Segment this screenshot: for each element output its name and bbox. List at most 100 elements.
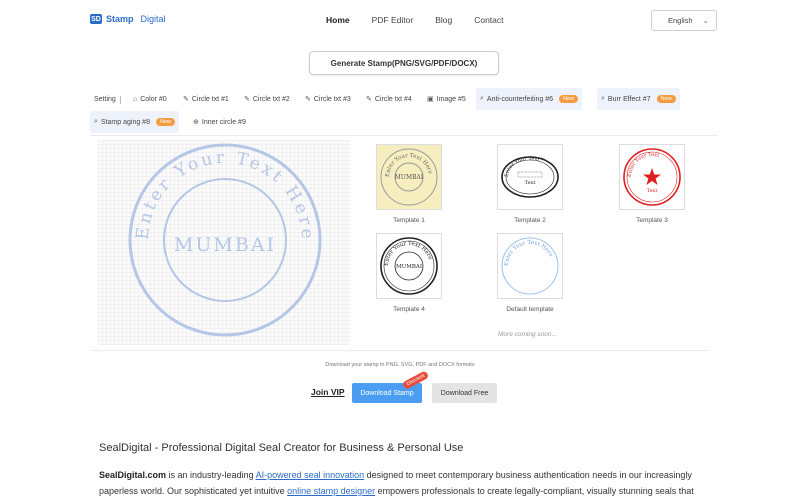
tab-label: Color #0: [140, 95, 167, 103]
template-thumb: Enter Your Text Here MUMBAI: [376, 144, 442, 210]
template-1-stamp: Enter Your Text Here MUMBAI: [380, 148, 438, 206]
pen-icon: ✎: [183, 96, 189, 103]
template-label: Template 3: [636, 217, 668, 224]
template-2-center-text: Text: [525, 180, 536, 186]
template-3-center-text: Text: [647, 188, 658, 194]
para-text: is an industry-leading: [166, 470, 256, 480]
tab-label: Circle txt #3: [313, 95, 351, 103]
search-icon: ⌕: [94, 118, 98, 125]
template-4-stamp: Enter Your Text Here MUMBAI: [380, 237, 438, 295]
template-3-ring-text: Enter Your Text: [627, 152, 660, 177]
tab-label: Burr Effect #7: [607, 95, 651, 103]
template-2-ring-text: Enter Your Text: [504, 156, 540, 177]
language-value: English: [668, 16, 693, 25]
language-select[interactable]: English ⌄: [651, 10, 717, 31]
ring-text-path: Enter Your Text Here: [133, 148, 315, 242]
divider: [90, 135, 718, 136]
para-text: empowers professionals to create legally…: [375, 486, 694, 496]
template-1-center-text: MUMBAI: [395, 174, 424, 181]
nav-pdf-editor[interactable]: PDF Editor: [372, 15, 414, 25]
template-label: Template 1: [393, 217, 425, 224]
template-2[interactable]: Enter Your Text Text Template 2: [497, 144, 563, 224]
tab-setting-label: Setting: [94, 95, 116, 103]
site-header: SD Stamp Digital Home PDF Editor Blog Co…: [0, 0, 800, 42]
tab-stamp-aging[interactable]: ⌕ Stamp aging #8 New: [90, 111, 179, 133]
online-stamp-designer-link[interactable]: online stamp designer: [287, 486, 375, 496]
download-free-button[interactable]: Download Free: [432, 383, 497, 403]
new-badge: New: [559, 95, 579, 103]
stamp-preview-canvas[interactable]: Enter Your Text Here MUMBAI: [98, 140, 350, 345]
logo-digital: Digital: [140, 14, 166, 24]
template-label: Default template: [506, 306, 554, 313]
template-default[interactable]: Enter Your Text Here Default template: [497, 233, 563, 313]
template-default-ring-text: Enter Your Text Here: [504, 240, 554, 266]
tab-color[interactable]: ⌂ Color #0: [133, 88, 167, 110]
nav-home[interactable]: Home: [326, 15, 350, 25]
template-gallery: Enter Your Text Here MUMBAI Template 1 E…: [350, 140, 718, 350]
search-icon: ⌕: [480, 95, 484, 102]
new-badge: New: [155, 118, 175, 126]
pen-icon: ✎: [305, 96, 311, 103]
site-logo[interactable]: SD Stamp Digital: [90, 14, 166, 24]
globe-icon: ⊕: [193, 119, 199, 126]
template-thumb: Enter Your Text Text: [497, 144, 563, 210]
generate-stamp-button[interactable]: Generate Stamp(PNG/SVG/PDF/DOCX): [309, 51, 499, 75]
stamp-preview-svg: Enter Your Text Here MUMBAI: [128, 143, 322, 337]
template-4-center-text: MUMBAI: [396, 264, 422, 270]
tab-label: Inner circle #9: [201, 118, 246, 126]
tab-label: Circle txt #4: [374, 95, 412, 103]
new-badge: New: [656, 95, 676, 103]
template-thumb: Enter Your Text Here: [497, 233, 563, 299]
template-thumb: Enter Your Text Here MUMBAI: [376, 233, 442, 299]
download-info: Download your stamp in PNG, SVG, PDF and…: [325, 362, 475, 368]
tab-circle-txt-1[interactable]: ✎ Circle txt #1: [183, 88, 229, 110]
tab-setting[interactable]: Setting: [94, 88, 116, 110]
template-label: Template 4: [393, 306, 425, 313]
logo-stamp: Stamp: [106, 14, 134, 24]
tab-inner-circle[interactable]: ⊕ Inner circle #9: [193, 111, 246, 133]
center-text: MUMBAI: [174, 234, 276, 256]
tab-label: Circle txt #2: [252, 95, 290, 103]
pen-icon: ✎: [244, 96, 250, 103]
tab-circle-txt-3[interactable]: ✎ Circle txt #3: [305, 88, 351, 110]
template-4[interactable]: Enter Your Text Here MUMBAI Template 4: [376, 233, 442, 313]
tab-circle-txt-4[interactable]: ✎ Circle txt #4: [366, 88, 412, 110]
tab-anti-counterfeiting[interactable]: ⌕ Anti-counterfeiting #6 New: [476, 88, 583, 110]
search-icon: ⌕: [601, 95, 605, 102]
main-nav: Home PDF Editor Blog Contact: [326, 15, 526, 25]
logo-mark: SD: [90, 14, 102, 24]
more-coming-text: More coming soon...: [498, 331, 557, 338]
nav-blog[interactable]: Blog: [435, 15, 452, 25]
ai-seal-link[interactable]: AI-powered seal innovation: [256, 470, 365, 480]
article-heading: SealDigital - Professional Digital Seal …: [99, 442, 464, 454]
tab-label: Circle txt #1: [191, 95, 229, 103]
template-3-stamp: Enter Your Text Text: [623, 148, 681, 206]
join-vip-link[interactable]: Join VIP: [311, 387, 345, 397]
tab-circle-txt-2[interactable]: ✎ Circle txt #2: [244, 88, 290, 110]
tab-label: Anti-counterfeiting #6: [486, 95, 554, 103]
divider: [90, 350, 710, 351]
tab-label: Image #5: [436, 95, 466, 103]
template-thumb: Enter Your Text Text: [619, 144, 685, 210]
article-paragraph: SealDigital.com is an industry-leading A…: [99, 467, 719, 496]
image-icon: ▣: [427, 96, 434, 103]
svg-text:Enter Your Text Here: Enter Your Text Here: [504, 240, 554, 266]
template-1[interactable]: Enter Your Text Here MUMBAI Template 1: [376, 144, 442, 224]
tab-label: Stamp aging #8: [100, 118, 150, 126]
svg-text:Enter Your Text: Enter Your Text: [504, 156, 540, 177]
pen-icon: ✎: [366, 96, 372, 103]
home-icon: ⌂: [133, 95, 138, 103]
ring-text: Enter Your Text Here: [133, 148, 318, 242]
chevron-down-icon: ⌄: [702, 16, 709, 25]
svg-text:Enter Your Text: Enter Your Text: [627, 152, 660, 177]
template-3[interactable]: Enter Your Text Text Template 3: [619, 144, 685, 224]
template-label: Template 2: [514, 217, 546, 224]
brand-name: SealDigital.com: [99, 470, 167, 480]
tab-divider: [120, 96, 121, 104]
nav-contact[interactable]: Contact: [474, 15, 503, 25]
star-icon: [643, 168, 661, 185]
tab-burr-effect[interactable]: ⌕ Burr Effect #7 New: [597, 88, 680, 110]
template-2-stamp: Enter Your Text Text: [501, 156, 559, 198]
tab-image[interactable]: ▣ Image #5: [427, 88, 466, 110]
template-default-stamp: Enter Your Text Here: [501, 237, 559, 295]
